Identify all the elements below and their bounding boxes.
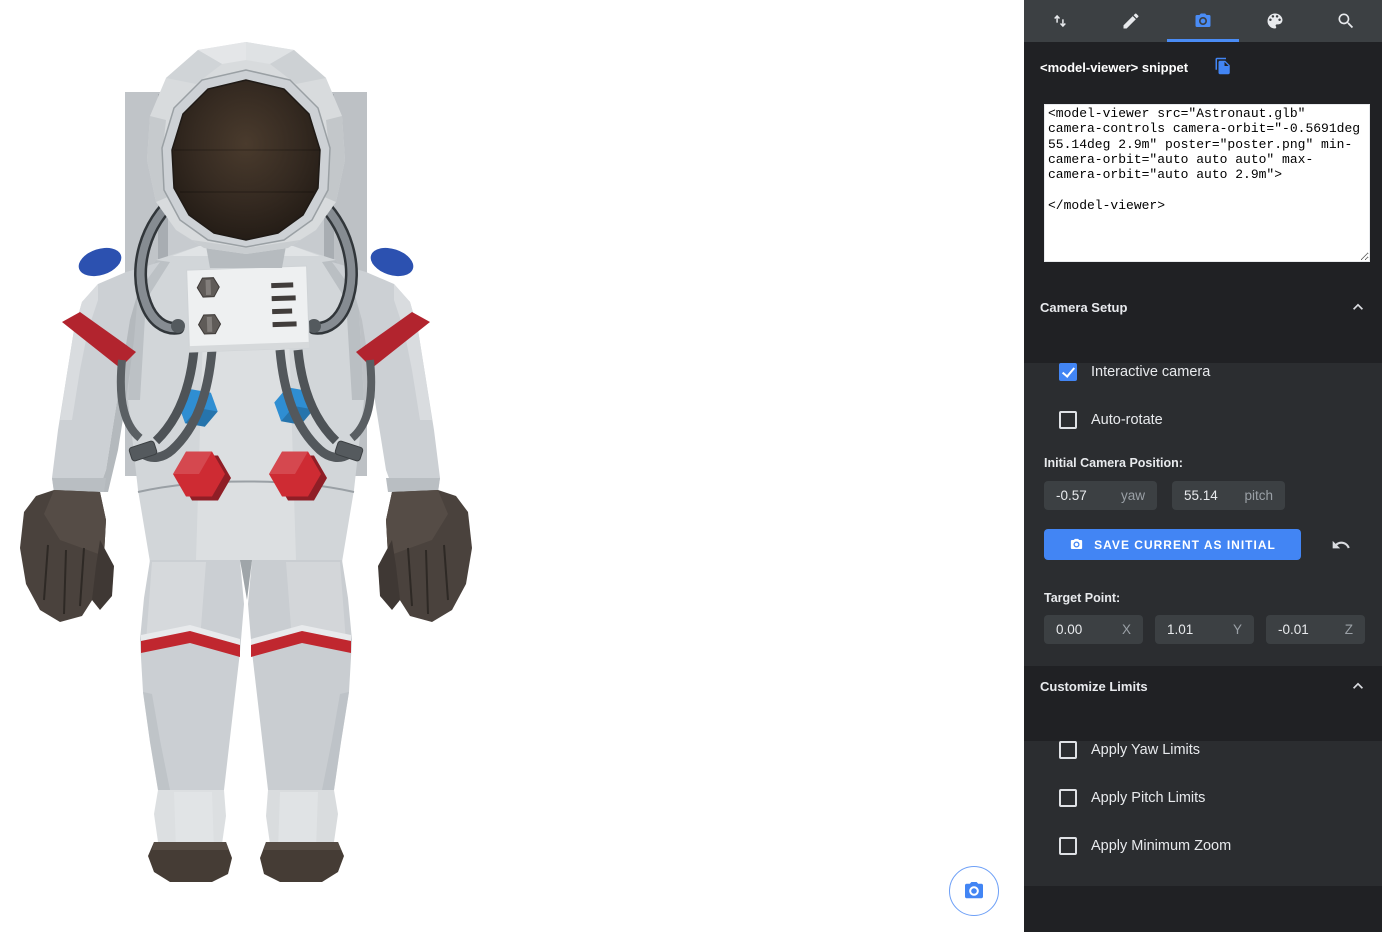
target-y-input[interactable] [1167, 622, 1219, 637]
model-viewport[interactable] [0, 0, 1024, 932]
checkbox-label: Auto-rotate [1091, 412, 1163, 428]
undo-icon [1331, 535, 1351, 555]
apply-minimum-zoom-checkbox[interactable] [1059, 837, 1077, 855]
camera-icon [962, 879, 986, 903]
astronaut-model [0, 0, 1024, 932]
save-current-as-initial-button[interactable]: SAVE CURRENT AS INITIAL [1044, 529, 1301, 560]
chevron-up-icon [1348, 676, 1368, 696]
chevron-up-icon [1348, 297, 1368, 317]
tab-bar [1024, 0, 1382, 42]
tab-styling[interactable] [1239, 0, 1311, 42]
target-y-field: Y [1155, 615, 1254, 644]
swap-vert-icon [1050, 11, 1070, 31]
save-button-label: SAVE CURRENT AS INITIAL [1094, 538, 1276, 552]
pitch-unit-label: pitch [1244, 488, 1273, 503]
y-unit-label: Y [1233, 622, 1242, 637]
apply-yaw-limits-row: Apply Yaw Limits [1044, 741, 1362, 759]
auto-rotate-row: Auto-rotate [1044, 411, 1362, 429]
target-x-input[interactable] [1056, 622, 1108, 637]
pitch-field: pitch [1172, 481, 1285, 510]
interactive-camera-checkbox[interactable] [1059, 363, 1077, 381]
apply-pitch-limits-row: Apply Pitch Limits [1044, 789, 1362, 807]
save-row: SAVE CURRENT AS INITIAL [1044, 529, 1362, 560]
apply-pitch-limits-checkbox[interactable] [1059, 789, 1077, 807]
initial-camera-position-fields: yaw pitch [1044, 481, 1362, 510]
tab-camera[interactable] [1167, 0, 1239, 42]
target-point-label: Target Point: [1044, 591, 1362, 605]
tab-edit[interactable] [1096, 0, 1168, 42]
pencil-icon [1121, 11, 1141, 31]
target-z-input[interactable] [1278, 622, 1330, 637]
apply-yaw-limits-checkbox[interactable] [1059, 741, 1077, 759]
customize-limits-section: Apply Yaw Limits Apply Pitch Limits Appl… [1024, 741, 1382, 886]
yaw-field: yaw [1044, 481, 1157, 510]
revert-initial-camera-button[interactable] [1331, 535, 1351, 555]
checkbox-label: Apply Yaw Limits [1091, 742, 1200, 758]
initial-camera-position-label: Initial Camera Position: [1044, 456, 1362, 470]
yaw-input[interactable] [1056, 488, 1108, 503]
capture-poster-button[interactable] [949, 866, 999, 916]
snippet-code-textarea[interactable]: <model-viewer src="Astronaut.glb" camera… [1044, 104, 1370, 262]
search-icon [1336, 11, 1356, 31]
target-x-field: X [1044, 615, 1143, 644]
tab-file-import-export[interactable] [1024, 0, 1096, 42]
camera-setup-header[interactable]: Camera Setup [1024, 288, 1382, 326]
snippet-header: <model-viewer> snippet [1024, 42, 1382, 77]
snippet-title: <model-viewer> snippet [1040, 60, 1188, 75]
section-title: Customize Limits [1040, 679, 1148, 694]
editor-panel: <model-viewer> snippet <model-viewer src… [1024, 0, 1382, 932]
copy-snippet-button[interactable] [1214, 57, 1232, 77]
camera-icon [1193, 11, 1213, 31]
pitch-input[interactable] [1184, 488, 1236, 503]
copy-icon [1214, 57, 1232, 75]
section-title: Camera Setup [1040, 300, 1127, 315]
checkbox-label: Apply Pitch Limits [1091, 790, 1205, 806]
tab-inspector[interactable] [1310, 0, 1382, 42]
checkbox-label: Apply Minimum Zoom [1091, 838, 1231, 854]
apply-minimum-zoom-row: Apply Minimum Zoom [1044, 837, 1362, 855]
palette-icon [1265, 11, 1285, 31]
z-unit-label: Z [1345, 622, 1353, 637]
customize-limits-header[interactable]: Customize Limits [1024, 666, 1382, 706]
target-z-field: Z [1266, 615, 1365, 644]
auto-rotate-checkbox[interactable] [1059, 411, 1077, 429]
target-point-fields: X Y Z [1044, 615, 1362, 644]
camera-setup-section: Interactive camera Auto-rotate Initial C… [1024, 363, 1382, 666]
camera-icon [1069, 537, 1084, 552]
x-unit-label: X [1122, 622, 1131, 637]
interactive-camera-row: Interactive camera [1044, 363, 1362, 381]
yaw-unit-label: yaw [1121, 488, 1145, 503]
checkbox-label: Interactive camera [1091, 364, 1210, 380]
